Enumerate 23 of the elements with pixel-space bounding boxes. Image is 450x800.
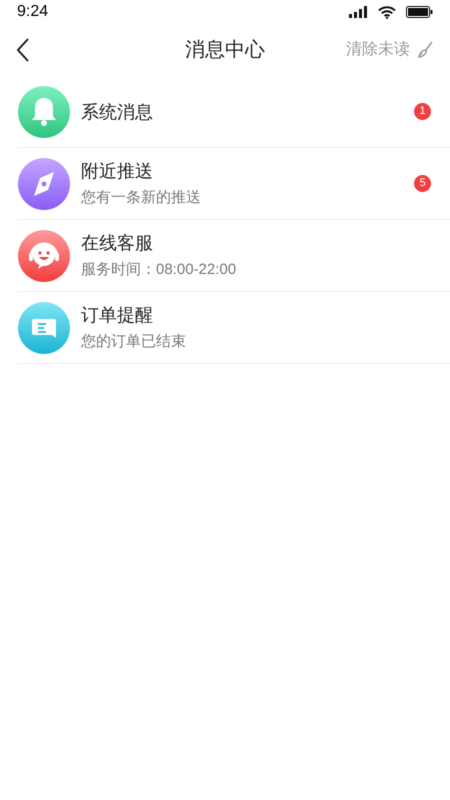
message-title: 在线客服 <box>81 232 154 255</box>
wifi-icon <box>378 6 396 18</box>
message-preview: 服务时间：08:00-22:00 <box>81 260 238 280</box>
broom-icon <box>416 41 434 59</box>
signal-icon <box>349 6 368 18</box>
message-row[interactable]: 系统消息 1 <box>18 76 450 148</box>
headset-face-icon <box>18 230 70 282</box>
message-row[interactable]: 在线客服 服务时间：08:00-22:00 <box>18 220 450 292</box>
compass-icon <box>18 158 70 210</box>
battery-icon <box>406 6 433 18</box>
unread-count-badge: 1 <box>414 103 431 120</box>
message-title: 订单提醒 <box>81 304 154 327</box>
unread-count-badge: 5 <box>414 175 431 192</box>
status-time: 9:24 <box>17 2 48 22</box>
message-row[interactable]: 订单提醒 您的订单已结束 <box>18 292 450 364</box>
message-row[interactable]: 附近推送 您有一条新的推送 5 <box>18 148 450 220</box>
message-preview: 您有一条新的推送 <box>81 188 202 208</box>
bell-icon <box>18 86 70 138</box>
message-preview: 您的订单已结束 <box>81 332 187 352</box>
message-title: 附近推送 <box>81 160 154 183</box>
chat-bubble-icon <box>18 302 70 354</box>
page-title: 消息中心 <box>185 38 265 63</box>
message-title: 系统消息 <box>81 100 154 124</box>
